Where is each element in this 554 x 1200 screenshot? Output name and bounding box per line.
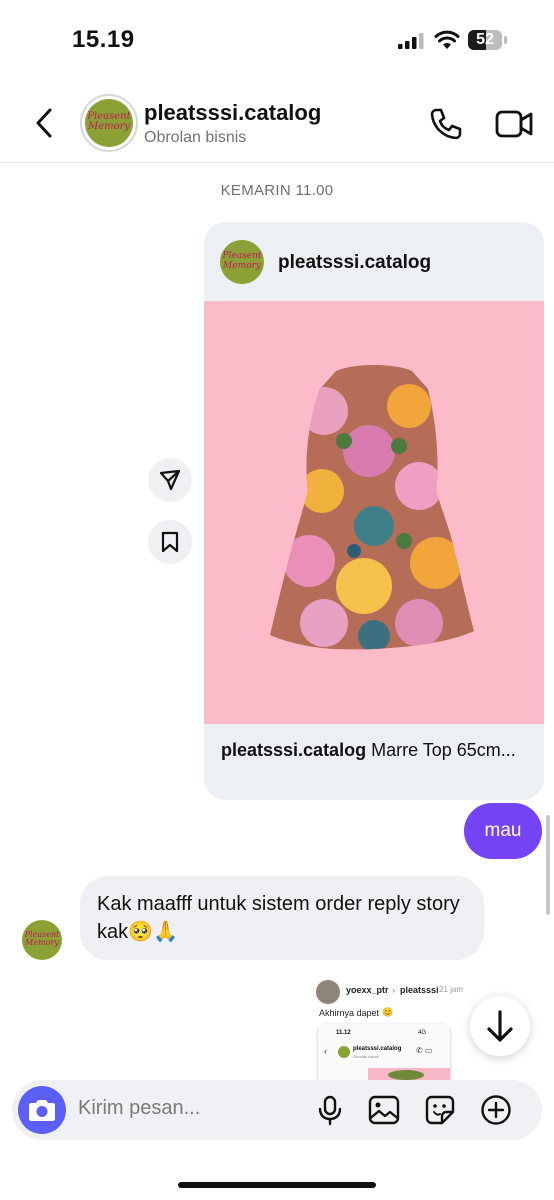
mini-time: 11.12	[336, 1030, 351, 1036]
home-indicator	[178, 1182, 376, 1188]
post-image[interactable]	[204, 301, 544, 724]
post-avatar[interactable]: Pleasent Memory	[220, 240, 264, 284]
mini-status: 4G	[418, 1030, 427, 1036]
mini-avatar	[338, 1046, 350, 1058]
arrow-down-icon	[487, 1010, 513, 1042]
message-composer	[12, 1080, 542, 1140]
wifi-icon	[434, 30, 460, 49]
story-avatar	[316, 980, 340, 1004]
chat-header: Pleasent Memory pleatsssi.catalog Obrola…	[0, 80, 554, 163]
logo: Pleasent Memory	[222, 251, 262, 271]
save-button[interactable]	[148, 520, 192, 564]
camera-button[interactable]	[18, 1086, 66, 1134]
story-time: 21 jam	[439, 985, 464, 994]
story-to-user: pleatsssi	[400, 985, 439, 995]
story-from-user: yoexx_ptr	[346, 985, 389, 995]
microphone-icon[interactable]	[314, 1094, 346, 1126]
camera-icon	[29, 1100, 55, 1121]
mini-back-icon: ‹	[324, 1046, 327, 1056]
story-text: Akhirnya dapet	[319, 1008, 380, 1018]
outgoing-message[interactable]: mau	[464, 803, 542, 859]
send-icon	[159, 469, 181, 491]
post-username[interactable]: pleatsssi.catalog	[278, 252, 431, 274]
plus-circle-icon[interactable]	[480, 1094, 512, 1126]
caption-text: Marre Top 65cm...	[366, 740, 516, 760]
chat-timestamp: KEMARIN 11.00	[220, 182, 334, 199]
message-input[interactable]	[78, 1097, 308, 1120]
status-time: 15.19	[72, 26, 135, 53]
phone-icon[interactable]	[428, 106, 464, 142]
battery-indicator: 52	[468, 30, 508, 50]
logo: Pleasent Memory	[24, 930, 60, 947]
share-button[interactable]	[148, 458, 192, 502]
sender-avatar[interactable]: Pleasent Memory	[22, 920, 62, 960]
incoming-message[interactable]: Kak maafff untuk sistem order reply stor…	[80, 876, 484, 960]
sticker-icon[interactable]	[424, 1094, 456, 1126]
floral-top-image	[270, 365, 474, 650]
avatar[interactable]: Pleasent Memory	[80, 94, 138, 152]
mini-name: pleatsssi.catalog	[353, 1046, 402, 1052]
contact-subtitle: Obrolan bisnis	[144, 129, 247, 146]
story-arrow: ›	[392, 985, 395, 995]
signal-icon	[398, 33, 424, 49]
video-camera-icon[interactable]	[494, 106, 534, 142]
story-reply-preview[interactable]: yoexx_ptr › pleatsssi 21 jam Akhirnya da…	[312, 974, 472, 1084]
battery-level: 52	[476, 31, 494, 48]
logo: Pleasent Memory	[87, 111, 131, 132]
bookmark-icon	[161, 531, 179, 553]
image-icon[interactable]	[368, 1094, 400, 1126]
contact-name[interactable]: pleatsssi.catalog	[144, 100, 321, 126]
back-arrow-icon[interactable]	[30, 106, 60, 140]
incoming-message-text: Kak maafff untuk sistem order reply stor…	[97, 893, 460, 943]
story-screenshot: 11.12 4G ‹ pleatsssi.catalog Obrolan bis…	[318, 1024, 450, 1084]
scrollbar[interactable]	[546, 815, 550, 915]
post-caption[interactable]: pleatsssi.catalog Marre Top 65cm...	[221, 738, 531, 762]
shared-post-card[interactable]: Pleasent Memory pleatsssi.catalog pleats…	[204, 222, 544, 800]
scroll-to-bottom-button[interactable]	[470, 996, 530, 1056]
mini-call-icons: ✆ ▭	[416, 1046, 433, 1055]
story-emoji: 😊	[382, 1007, 394, 1017]
caption-username: pleatsssi.catalog	[221, 740, 367, 760]
mini-subtitle: Obrolan bisnis	[353, 1054, 379, 1059]
